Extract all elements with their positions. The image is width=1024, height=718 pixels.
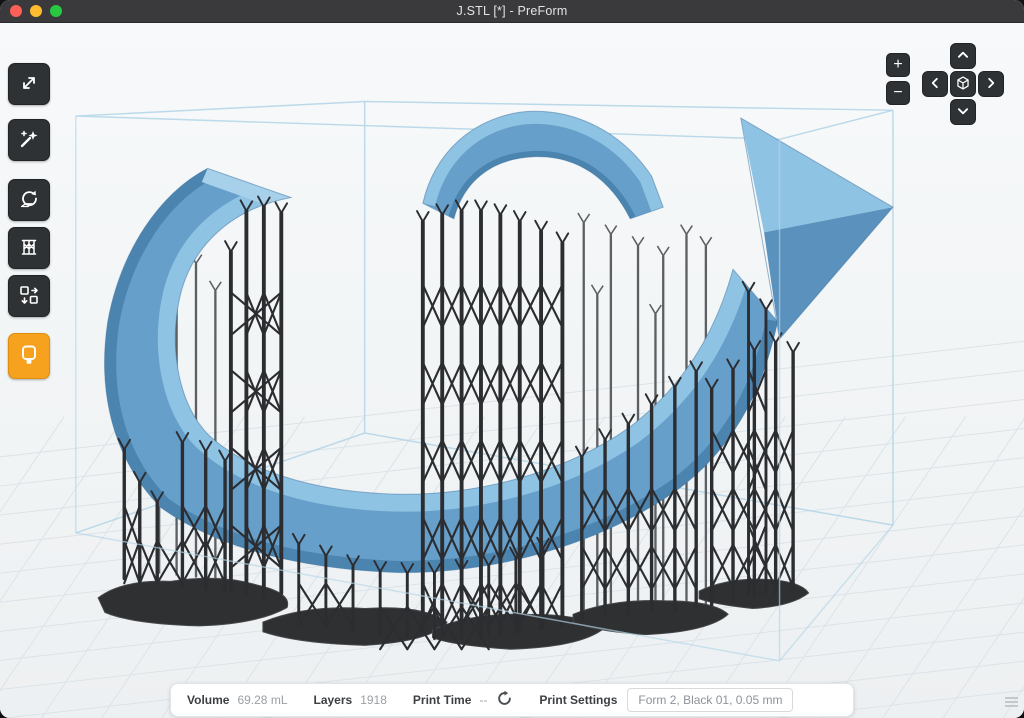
viewport-area: + − Volume 69.28 mL <box>0 23 1024 718</box>
volume-label: Volume <box>187 693 229 707</box>
layout-tool-button[interactable] <box>8 275 50 317</box>
chevron-left-icon <box>924 72 946 97</box>
size-tool-button[interactable] <box>8 63 50 105</box>
close-button[interactable] <box>10 5 22 17</box>
layers-value: 1918 <box>360 693 387 707</box>
resize-grip-icon[interactable] <box>1005 697 1018 707</box>
print-info-bar: Volume 69.28 mL Layers 1918 Print Time -… <box>170 683 854 717</box>
volume-info: Volume 69.28 mL <box>187 693 288 707</box>
refresh-icon <box>496 690 513 710</box>
layout-icon <box>17 283 41 310</box>
refresh-print-time-button[interactable] <box>496 690 513 710</box>
zoom-out-button[interactable]: − <box>886 81 910 105</box>
print-button[interactable] <box>8 333 50 379</box>
print-time-info: Print Time -- <box>413 690 513 710</box>
zoom-in-button[interactable]: + <box>886 53 910 77</box>
minimize-button[interactable] <box>30 5 42 17</box>
chevron-up-icon <box>952 44 974 69</box>
rotate-icon <box>17 187 41 214</box>
print-time-label: Print Time <box>413 693 471 707</box>
chevron-down-icon <box>952 100 974 125</box>
pan-controls <box>922 43 1004 125</box>
scale-icon <box>17 71 41 98</box>
toolbar <box>8 63 50 379</box>
zoom-controls: + − <box>886 53 910 105</box>
pan-left-button[interactable] <box>922 71 948 97</box>
print-settings-selector[interactable]: Form 2, Black 01, 0.05 mm <box>627 688 793 712</box>
pan-right-button[interactable] <box>978 71 1004 97</box>
pan-up-button[interactable] <box>950 43 976 69</box>
traffic-lights <box>10 0 62 22</box>
volume-value: 69.28 mL <box>237 693 287 707</box>
supports-tool-button[interactable] <box>8 227 50 269</box>
3d-viewport[interactable] <box>0 23 1024 718</box>
pan-down-button[interactable] <box>950 99 976 125</box>
screen: J.STL [*] - PreForm <box>0 0 1024 718</box>
layers-info: Layers 1918 <box>314 693 387 707</box>
supports-icon <box>17 235 41 262</box>
rotate-tool-button[interactable] <box>8 179 50 221</box>
window-title: J.STL [*] - PreForm <box>457 4 568 18</box>
orbit-view-button[interactable] <box>950 71 976 97</box>
chevron-right-icon <box>980 72 1002 97</box>
cube-orbit-icon <box>952 72 974 97</box>
app-window: J.STL [*] - PreForm <box>0 0 1024 718</box>
magic-wand-icon <box>17 127 41 154</box>
titlebar: J.STL [*] - PreForm <box>0 0 1024 23</box>
print-settings-info: Print Settings Form 2, Black 01, 0.05 mm <box>539 688 793 712</box>
print-time-value: -- <box>479 693 487 707</box>
cartridge-icon <box>17 343 41 370</box>
print-settings-label: Print Settings <box>539 693 617 707</box>
layers-label: Layers <box>314 693 353 707</box>
zoom-window-button[interactable] <box>50 5 62 17</box>
orient-tool-button[interactable] <box>8 119 50 161</box>
